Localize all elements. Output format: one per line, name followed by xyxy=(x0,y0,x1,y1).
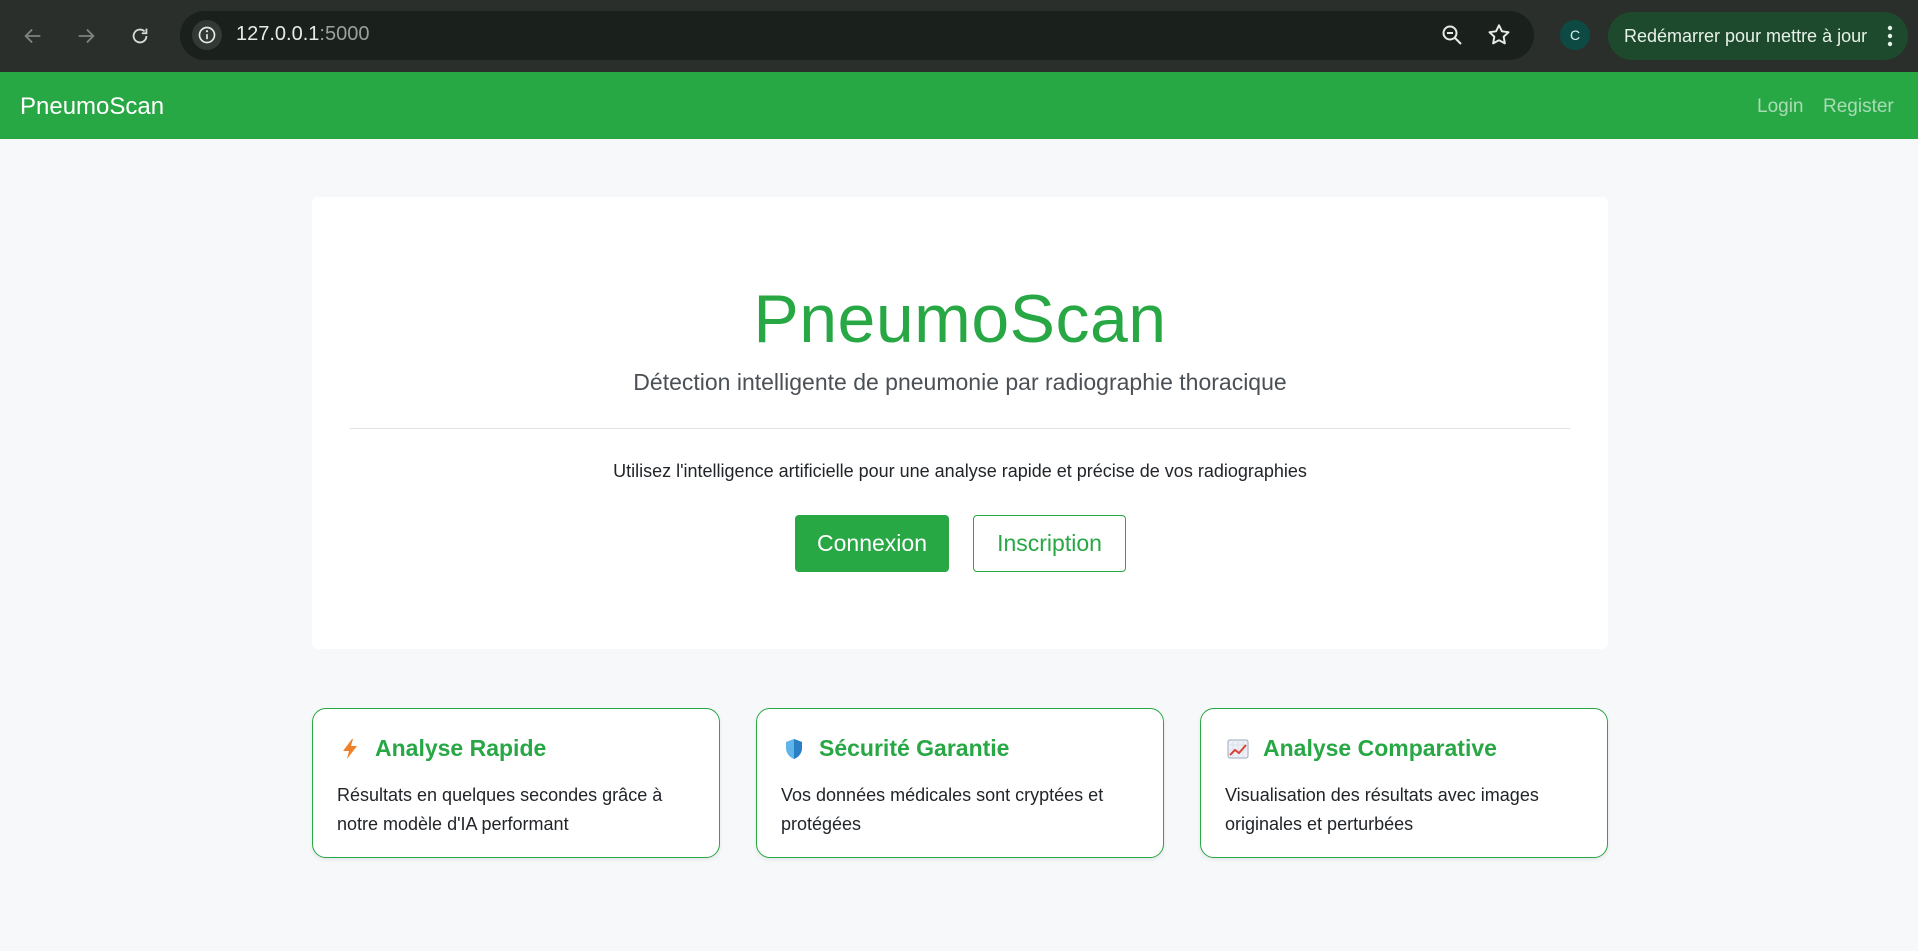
hero-divider xyxy=(350,428,1570,429)
nav-link-login[interactable]: Login xyxy=(1757,96,1804,118)
restart-update-button[interactable]: Redémarrer pour mettre à jour xyxy=(1608,12,1908,60)
lightning-icon xyxy=(337,736,363,762)
feature-description: Visualisation des résultats avec images … xyxy=(1225,785,1539,834)
chart-icon xyxy=(1225,736,1251,762)
zoom-icon[interactable] xyxy=(1440,23,1464,52)
feature-card-rapid-analysis: Analyse Rapide Résultats en quelques sec… xyxy=(312,708,720,858)
url-port: :5000 xyxy=(319,23,370,45)
back-arrow-icon xyxy=(24,28,41,44)
bookmark-star-icon[interactable] xyxy=(1486,22,1512,53)
feature-title: Analyse Comparative xyxy=(1263,735,1497,761)
feature-description: Vos données médicales sont cryptées et p… xyxy=(781,785,1104,834)
register-button[interactable]: Inscription xyxy=(973,515,1126,572)
url-host: 127.0.0.1 xyxy=(236,23,320,45)
app-navbar: PneumoScan Login Register xyxy=(0,72,1918,139)
browser-toolbar: 127.0.0.1:5000 C Redémarrer pour mettre … xyxy=(0,0,1918,72)
url-text: 127.0.0.1:5000 xyxy=(236,23,369,46)
forward-arrow-icon xyxy=(78,28,95,44)
feature-title: Sécurité Garantie xyxy=(819,735,1010,761)
address-bar[interactable]: 127.0.0.1:5000 xyxy=(180,11,1534,60)
restart-update-label: Redémarrer pour mettre à jour xyxy=(1624,25,1868,46)
reload-button[interactable] xyxy=(121,17,159,55)
feature-title: Analyse Rapide xyxy=(375,735,547,761)
feature-card-comparative: Analyse Comparative Visualisation des ré… xyxy=(1200,708,1608,858)
site-info-icon[interactable] xyxy=(192,20,222,50)
feature-description: Résultats en quelques secondes grâce à n… xyxy=(337,785,663,834)
navbar-brand[interactable]: PneumoScan xyxy=(20,93,164,121)
back-button[interactable] xyxy=(14,17,52,55)
nav-link-register[interactable]: Register xyxy=(1823,96,1894,118)
hero-lead-text: Utilisez l'intelligence artificielle pou… xyxy=(613,461,1307,481)
kebab-menu-icon[interactable] xyxy=(1886,24,1894,53)
shield-icon xyxy=(781,736,807,762)
hero-section: PneumoScan Détection intelligente de pne… xyxy=(312,197,1608,649)
forward-button[interactable] xyxy=(67,17,105,55)
profile-avatar[interactable]: C xyxy=(1560,20,1590,50)
reload-icon xyxy=(132,28,148,44)
hero-title: PneumoScan xyxy=(753,281,1167,357)
hero-subtitle: Détection intelligente de pneumonie par … xyxy=(633,369,1287,395)
login-button[interactable]: Connexion xyxy=(795,515,949,572)
feature-card-security: Sécurité Garantie Vos données médicales … xyxy=(756,708,1164,858)
